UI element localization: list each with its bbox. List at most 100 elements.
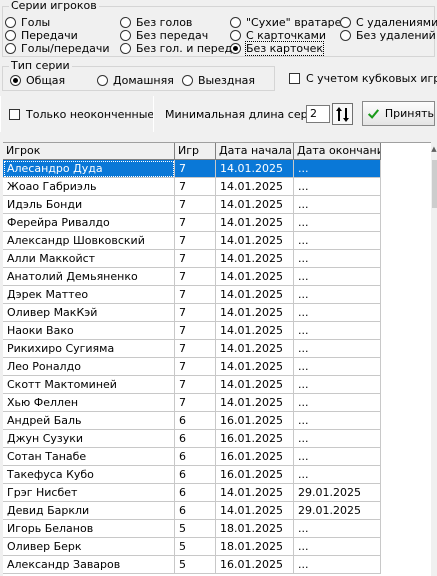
table-cell: ... [294, 160, 381, 178]
series-option[interactable]: Без голов [120, 16, 192, 29]
table-cell: 7 [175, 286, 216, 304]
series-option-radio[interactable] [120, 17, 131, 28]
table-cell: 14.01.2025 [216, 160, 294, 178]
series-option-radio[interactable] [340, 30, 351, 41]
type-option[interactable]: Домашняя [97, 74, 174, 87]
table-row[interactable]: Дэрек Маттео 7 14.01.2025... [3, 286, 431, 304]
table-row[interactable]: Оливер МакКэй 7 14.01.2025... [3, 304, 431, 322]
table-cell: 6 [175, 430, 216, 448]
table-row[interactable]: Скотт Мактоминей 7 14.01.2025... [3, 376, 431, 394]
table-cell: 5 [175, 538, 216, 556]
type-group-title: Тип серии [9, 59, 72, 72]
series-option[interactable]: Передачи [5, 29, 78, 42]
table-row[interactable]: Алли Маккойст 7 14.01.2025... [3, 250, 431, 268]
type-option-label: Общая [26, 74, 66, 87]
table-cell: Рикихиро Сугияма [3, 340, 175, 358]
table-cell: Идэль Бонди [3, 196, 175, 214]
table-row[interactable]: Алесандро Дуда 7 14.01.2025... [3, 160, 431, 178]
series-option-label: С удалениями [356, 16, 437, 29]
series-option[interactable]: Голы [5, 16, 50, 29]
series-option-radio[interactable] [5, 30, 16, 41]
table-row[interactable]: Наоки Вако 7 14.01.2025... [3, 322, 431, 340]
table-cell: 7 [175, 196, 216, 214]
table-cell: 14.01.2025 [216, 232, 294, 250]
series-option-radio[interactable] [5, 17, 16, 28]
series-option[interactable]: С карточками [230, 29, 326, 42]
scroll-up-icon[interactable]: ▲ [431, 143, 437, 155]
table-cell: 14.01.2025 [216, 304, 294, 322]
series-option-label: Без передач [136, 29, 209, 42]
series-option[interactable]: Без удалений [340, 29, 436, 42]
min-length-spinner[interactable] [332, 103, 353, 125]
table-cell: 7 [175, 304, 216, 322]
table-cell: ... [294, 322, 381, 340]
table-row[interactable]: Андрей Баль 6 16.01.2025... [3, 412, 431, 430]
table-row[interactable]: Александр Шовковский 7 14.01.2025... [3, 232, 431, 250]
column-header[interactable]: Игр [175, 143, 216, 160]
table-row[interactable]: Девид Баркли 6 14.01.2025 29.01.2025 [3, 502, 431, 520]
series-option[interactable]: Без гол. и перед. [120, 42, 236, 55]
series-option-radio[interactable] [230, 17, 241, 28]
table-cell: 7 [175, 376, 216, 394]
table-row[interactable]: Анатолий Демьяненко 7 14.01.2025... [3, 268, 431, 286]
table-cell: 14.01.2025 [216, 394, 294, 412]
column-header[interactable]: Дата окончания [294, 143, 381, 160]
column-header[interactable]: Дата начала [216, 143, 294, 160]
cup-games-checkbox[interactable]: С учетом кубковых игр [289, 72, 437, 85]
table-cell: 14.01.2025 [216, 196, 294, 214]
table-cell: 5 [175, 520, 216, 538]
table-row[interactable]: Джун Сузуки 6 16.01.2025... [3, 430, 431, 448]
table-row[interactable]: Игорь Беланов 5 18.01.2025... [3, 520, 431, 538]
series-option[interactable]: С удалениями [340, 16, 437, 29]
series-option-radio[interactable] [340, 17, 351, 28]
table-cell: 7 [175, 358, 216, 376]
series-group-title: Серии игроков [9, 0, 99, 12]
table-cell: 14.01.2025 [216, 484, 294, 502]
table-cell: 7 [175, 322, 216, 340]
table-row[interactable]: Грэг Нисбет 6 14.01.2025 29.01.2025 [3, 484, 431, 502]
series-option[interactable]: Без карточек [230, 41, 325, 56]
series-option[interactable]: Без передач [120, 29, 208, 42]
unfinished-only-checkbox[interactable]: Только неоконченные [9, 108, 154, 121]
table-cell: 6 [175, 466, 216, 484]
series-option-radio[interactable] [230, 43, 241, 54]
table-row[interactable]: Александр Заваров 5 16.01.2025... [3, 556, 431, 574]
series-option[interactable]: "Сухие" вратарей [230, 16, 349, 29]
min-length-input[interactable]: 2 [306, 105, 330, 123]
table-row[interactable]: Хью Феллен 7 14.01.2025... [3, 394, 431, 412]
table-row[interactable]: Жоао Габриэль 7 14.01.2025... [3, 178, 431, 196]
apply-button[interactable]: Принять [362, 101, 435, 126]
series-option-label: "Сухие" вратарей [246, 16, 349, 29]
series-option-radio[interactable] [120, 30, 131, 41]
table-cell: Жоао Габриэль [3, 178, 175, 196]
table-cell: 16.01.2025 [216, 466, 294, 484]
table-cell: Сотан Танабе [3, 448, 175, 466]
column-header[interactable]: Игрок [3, 143, 175, 160]
table-row[interactable]: Оливер Берк 5 18.01.2025... [3, 538, 431, 556]
table-cell: 7 [175, 340, 216, 358]
series-table: ИгрокИгрДата началаДата окончания Алесан… [3, 142, 431, 576]
table-row[interactable]: Такефуса Кубо 6 16.01.2025... [3, 466, 431, 484]
unfinished-only-label: Только неоконченные [26, 108, 155, 121]
type-option-radio[interactable] [97, 75, 108, 86]
table-cell: ... [294, 232, 381, 250]
table-row[interactable]: Ферейра Ривалдо 7 14.01.2025... [3, 214, 431, 232]
cup-games-checkbox-box[interactable] [289, 73, 300, 84]
series-option-radio[interactable] [5, 43, 16, 54]
table-cell: 7 [175, 214, 216, 232]
type-option-radio[interactable] [10, 75, 21, 86]
table-cell: 16.01.2025 [216, 412, 294, 430]
series-option[interactable]: Голы/передачи [5, 42, 110, 55]
series-option-radio[interactable] [230, 30, 241, 41]
unfinished-only-checkbox-box[interactable] [9, 109, 20, 120]
type-option[interactable]: Выездная [182, 74, 255, 87]
type-option-radio[interactable] [182, 75, 193, 86]
type-option[interactable]: Общая [10, 74, 65, 87]
table-cell: 6 [175, 412, 216, 430]
table-row[interactable]: Идэль Бонди 7 14.01.2025... [3, 196, 431, 214]
table-row[interactable]: Лео Роналдо 7 14.01.2025... [3, 358, 431, 376]
scrollbar-thumb[interactable] [432, 160, 437, 208]
table-row[interactable]: Рикихиро Сугияма 7 14.01.2025... [3, 340, 431, 358]
series-option-radio[interactable] [120, 43, 131, 54]
table-row[interactable]: Сотан Танабе 6 16.01.2025... [3, 448, 431, 466]
